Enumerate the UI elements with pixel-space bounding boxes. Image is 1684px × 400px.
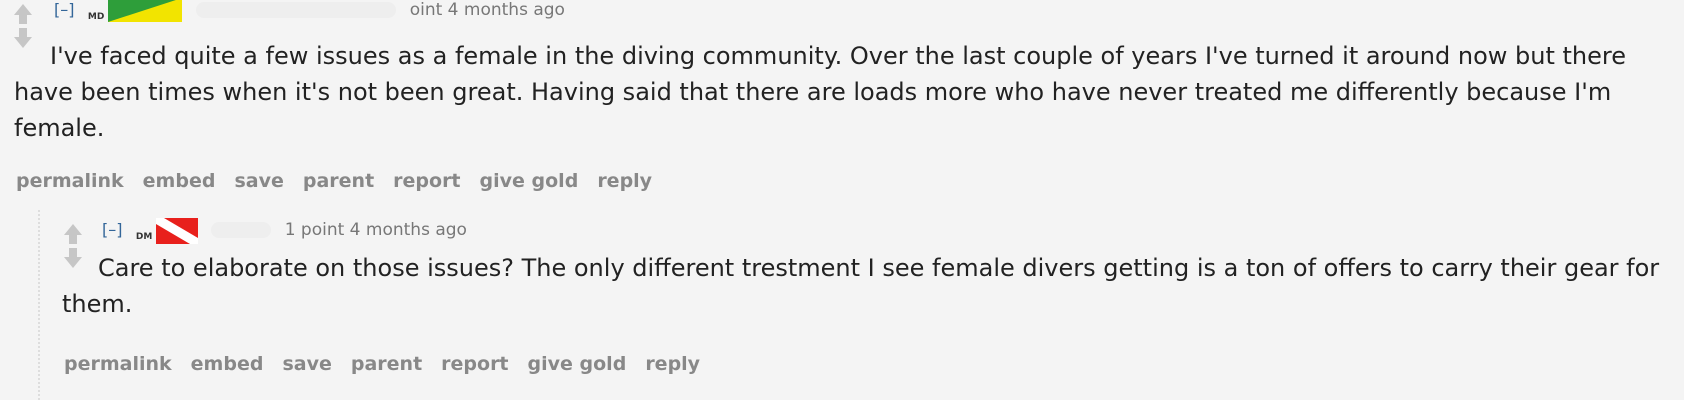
upvote-arrow-icon[interactable] bbox=[62, 222, 84, 246]
score-and-time: 1 point 4 months ago bbox=[284, 220, 467, 240]
reply-button[interactable]: reply bbox=[597, 170, 652, 192]
collapse-toggle[interactable]: [–] bbox=[54, 0, 74, 19]
flair-text: MD bbox=[87, 12, 105, 22]
comment-2: [–] DM 1 point 4 months ago Care to elab… bbox=[38, 210, 1680, 400]
flair-text: DM bbox=[135, 232, 153, 242]
embed-button[interactable]: embed bbox=[143, 170, 216, 192]
save-button[interactable]: save bbox=[234, 170, 283, 192]
comment-1: [–] MD oint 4 months ago I've faced quit… bbox=[0, 0, 1684, 200]
user-flair: DM bbox=[136, 218, 198, 244]
comment-body: Care to elaborate on those issues? The o… bbox=[62, 254, 1660, 318]
brazil-flag-icon bbox=[107, 0, 182, 22]
user-flair: MD bbox=[88, 0, 183, 22]
score-and-time: oint 4 months ago bbox=[409, 0, 565, 20]
embed-button[interactable]: embed bbox=[191, 353, 264, 375]
dive-flag-icon bbox=[155, 218, 198, 244]
upvote-arrow-icon[interactable] bbox=[12, 2, 34, 26]
give-gold-button[interactable]: give gold bbox=[528, 353, 627, 375]
comment-tagline: [–] DM 1 point 4 months ago bbox=[102, 218, 467, 244]
collapse-toggle[interactable]: [–] bbox=[102, 220, 122, 239]
comment-actions: permalink embed save parent report give gold r… bbox=[16, 170, 671, 192]
save-button[interactable]: save bbox=[282, 353, 331, 375]
parent-button[interactable]: parent bbox=[351, 353, 422, 375]
report-button[interactable]: report bbox=[441, 353, 508, 375]
comment-body: I've faced quite a few issues as a femal… bbox=[14, 42, 1626, 142]
reply-button[interactable]: reply bbox=[645, 353, 700, 375]
author-name[interactable] bbox=[211, 222, 272, 238]
comment-tagline: [–] MD oint 4 months ago bbox=[54, 0, 565, 22]
report-button[interactable]: report bbox=[393, 170, 460, 192]
permalink-button[interactable]: permalink bbox=[16, 170, 124, 192]
comment-actions: permalink embed save parent report give gold r… bbox=[64, 353, 719, 375]
parent-button[interactable]: parent bbox=[303, 170, 374, 192]
give-gold-button[interactable]: give gold bbox=[480, 170, 579, 192]
author-name[interactable] bbox=[196, 2, 397, 18]
permalink-button[interactable]: permalink bbox=[64, 353, 172, 375]
